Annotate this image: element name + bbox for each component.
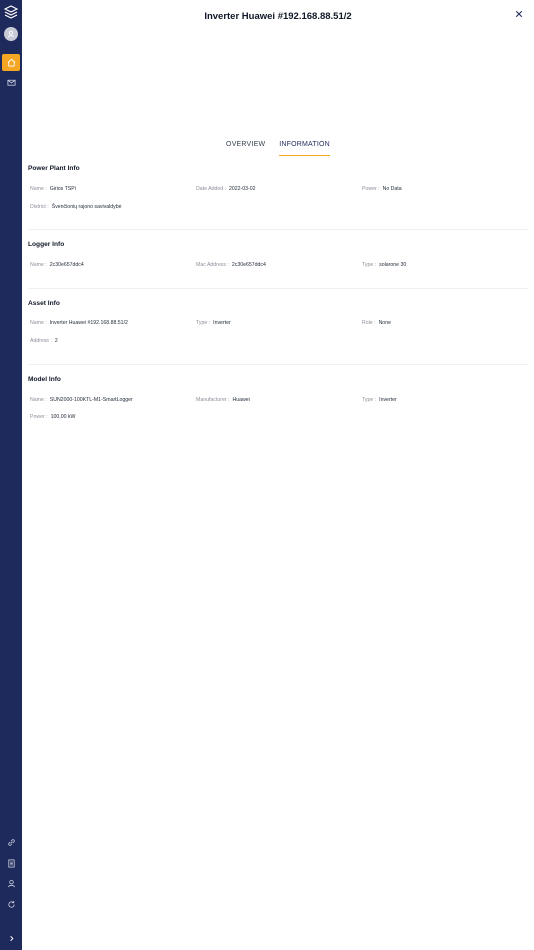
logger-section: Logger Info — [28, 241, 528, 248]
chevron-right-icon[interactable] — [2, 930, 20, 947]
asset-address-field: Address :2 — [30, 338, 58, 344]
mail-icon[interactable] — [2, 74, 20, 91]
refresh-icon[interactable] — [2, 896, 20, 913]
logger-mac-field: Mac Address :2c30e657ddc4 — [196, 262, 266, 268]
close-icon[interactable] — [513, 8, 525, 20]
model-section: Model Info — [28, 376, 528, 383]
tab-information[interactable]: INFORMATION — [279, 141, 330, 156]
divider — [28, 288, 528, 289]
asset-name-field: Name : Inverter Huawei #192.168.88.51/2 — [30, 320, 128, 326]
model-type-field: Type : Inverter — [362, 397, 397, 403]
model-name-field: Name : SUN2000-100KTL-M1-SmartLogger — [30, 397, 133, 403]
home-icon[interactable] — [2, 54, 20, 71]
plant-date-field: Date Added :2022-03-02 — [196, 186, 256, 192]
document-icon[interactable] — [2, 855, 20, 872]
model-power-field: Power :100.00 kW — [30, 414, 76, 420]
section-title: Power Plant Info — [28, 165, 80, 172]
divider — [28, 229, 528, 230]
divider — [28, 364, 528, 365]
section-title: Model Info — [28, 376, 61, 383]
model-manufacturer-field: Manufacturer : Huawei — [196, 397, 250, 403]
section-title: Logger Info — [28, 241, 65, 248]
asset-type-field: Type : Inverter — [196, 320, 231, 326]
asset-role-field: Role : None — [362, 320, 391, 326]
tab-overview[interactable]: OVERVIEW — [226, 141, 265, 156]
logger-name-field: Name :2c30e657ddc4 — [30, 262, 84, 268]
power-plant-section: Power Plant Info — [28, 165, 528, 172]
avatar-icon[interactable] — [4, 27, 18, 41]
plant-name-field: Name : Girios TSPi — [30, 186, 76, 192]
plant-district-field: District : Švenčionių rajono savivaldybė — [30, 204, 122, 210]
logger-type-field: Type : solarone 30 — [362, 262, 407, 268]
user-icon[interactable] — [2, 875, 20, 892]
section-title: Asset Info — [28, 300, 60, 307]
sidebar — [0, 0, 22, 950]
logo-icon[interactable] — [3, 5, 19, 19]
plant-power-field: Power : No Data — [362, 186, 402, 192]
asset-section: Asset Info — [28, 300, 528, 307]
page-title: Inverter Huawei #192.168.88.51/2 — [204, 11, 352, 22]
tab-bar: OVERVIEW INFORMATION — [22, 141, 534, 156]
link-icon[interactable] — [2, 834, 20, 851]
